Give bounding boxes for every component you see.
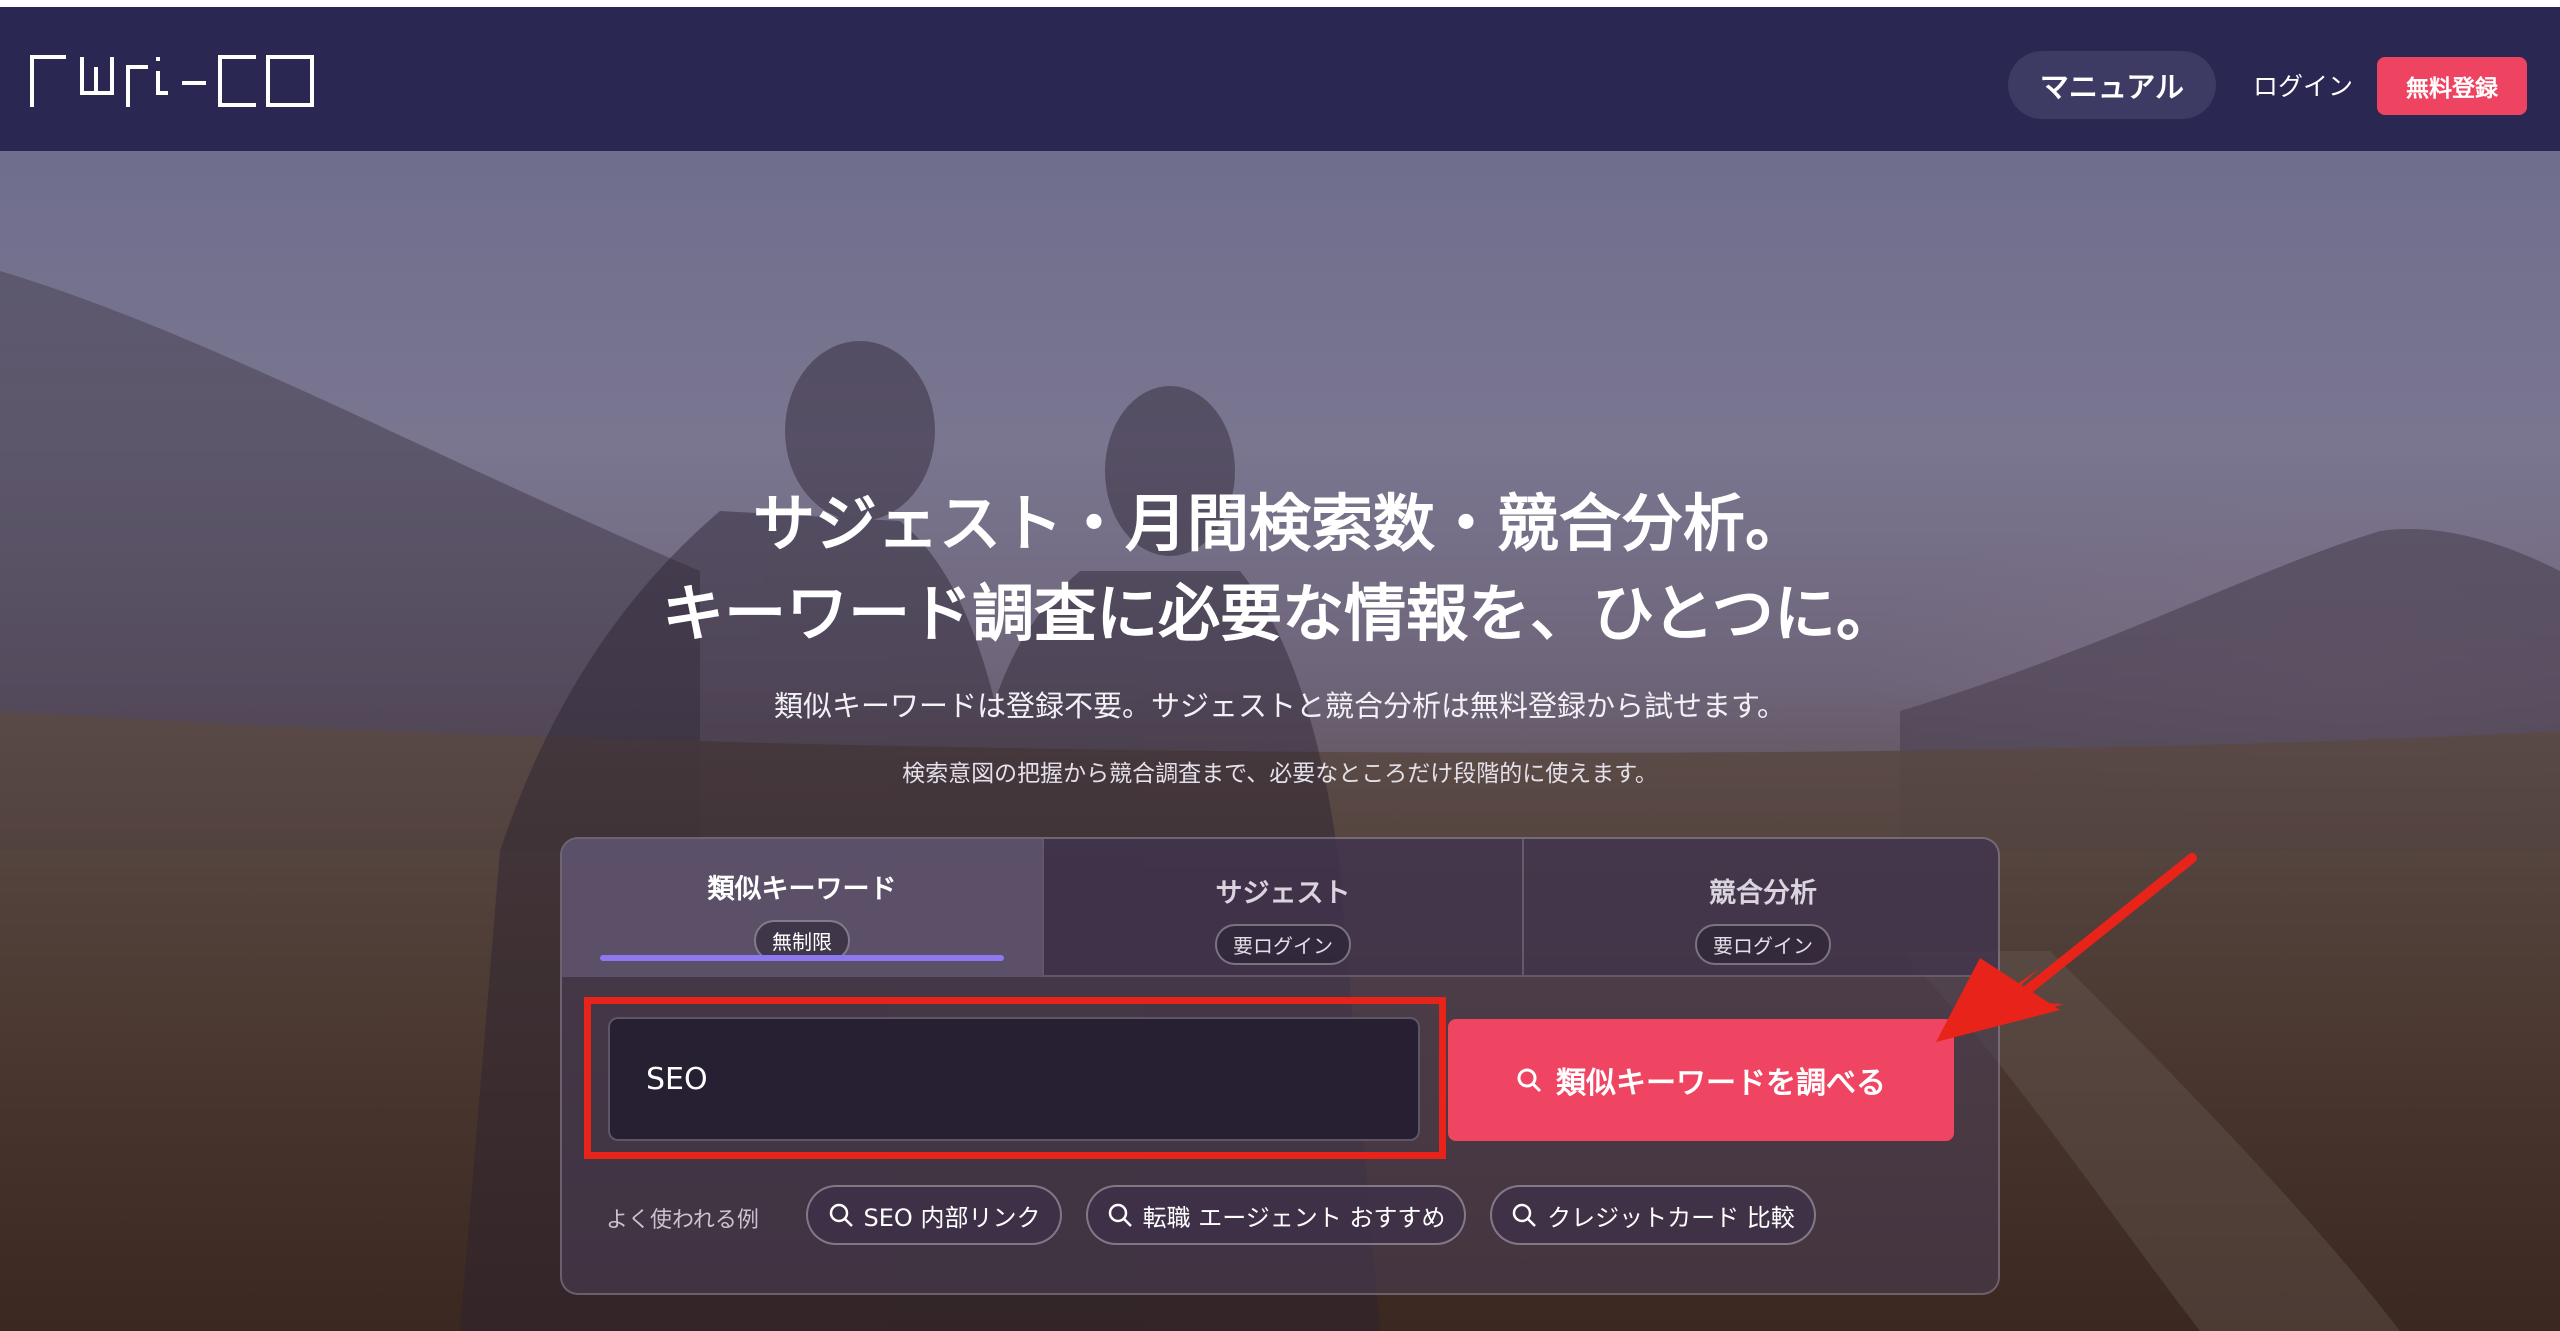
search-icon bbox=[829, 1203, 853, 1227]
search-button-label: 類似キーワードを調べる bbox=[1556, 1066, 1886, 1101]
keyword-search-input[interactable] bbox=[608, 1017, 1420, 1141]
example-chip-credit-card[interactable]: クレジットカード 比較 bbox=[1490, 1185, 1816, 1245]
search-icon bbox=[1108, 1203, 1132, 1227]
manual-button[interactable]: マニュアル bbox=[2008, 51, 2216, 119]
search-similar-keywords-button[interactable]: 類似キーワードを調べる bbox=[1448, 1019, 1954, 1141]
tab-label: サジェスト bbox=[1215, 878, 1351, 909]
tab-suggest[interactable]: サジェスト 要ログイン bbox=[1042, 839, 1522, 977]
active-tab-indicator bbox=[600, 955, 1004, 961]
tab-label: 類似キーワード bbox=[707, 874, 897, 905]
hero-subtitle-primary: 類似キーワードは登録不要。サジェストと競合分析は無料登録から試せます。 bbox=[773, 689, 1787, 723]
hero-title-line2: キーワード調査に必要な情報を、ひとつに。 bbox=[662, 577, 1898, 650]
hero-title-line1: サジェスト・月間検索数・競合分析。 bbox=[752, 487, 1807, 560]
hero-title: サジェスト・月間検索数・競合分析。 キーワード調査に必要な情報を、ひとつに。 bbox=[0, 479, 2560, 659]
examples-label: よく使われる例 bbox=[606, 1208, 759, 1233]
tab-label: 競合分析 bbox=[1709, 878, 1817, 909]
site-header: マニュアル ログイン 無料登録 bbox=[0, 7, 2560, 151]
top-strip bbox=[0, 0, 2560, 7]
example-chip-label: SEO 内部リンク bbox=[863, 1203, 1041, 1232]
tab-badge: 要ログイン bbox=[1695, 924, 1831, 965]
tab-similar-keywords[interactable]: 類似キーワード 無制限 bbox=[562, 839, 1042, 977]
register-button[interactable]: 無料登録 bbox=[2377, 57, 2527, 115]
hero-section: サジェスト・月間検索数・競合分析。 キーワード調査に必要な情報を、ひとつに。 類… bbox=[0, 151, 2560, 1331]
tab-badge: 要ログイン bbox=[1215, 924, 1351, 965]
example-chip-seo-internal-link[interactable]: SEO 内部リンク bbox=[806, 1185, 1062, 1245]
tab-competitor-analysis[interactable]: 競合分析 要ログイン bbox=[1522, 839, 1998, 977]
search-tabs: 類似キーワード 無制限 サジェスト 要ログイン 競合分析 要ログイン bbox=[562, 839, 1998, 977]
site-logo[interactable] bbox=[30, 53, 316, 109]
example-chip-label: 転職 エージェント おすすめ bbox=[1142, 1203, 1446, 1232]
search-icon bbox=[1517, 1068, 1542, 1093]
login-link[interactable]: ログイン bbox=[2240, 63, 2366, 107]
example-chip-label: クレジットカード 比較 bbox=[1547, 1203, 1795, 1232]
example-chip-job-agent[interactable]: 転職 エージェント おすすめ bbox=[1086, 1185, 1466, 1245]
search-panel: 類似キーワード 無制限 サジェスト 要ログイン 競合分析 要ログイン 類似キーワ… bbox=[560, 837, 2000, 1295]
search-icon bbox=[1512, 1203, 1537, 1227]
hero-subtitle-secondary: 検索意図の把握から競合調査まで、必要なところだけ段階的に使えます。 bbox=[902, 761, 1658, 787]
